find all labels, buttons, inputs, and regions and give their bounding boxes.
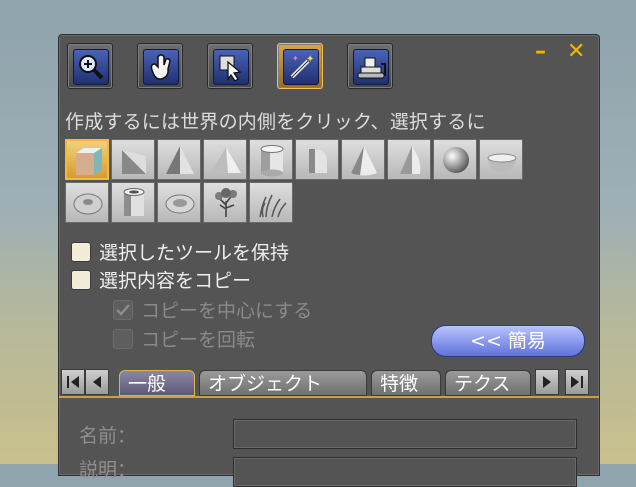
create-hint-text: 作成するには世界の内側をクリック、選択するに	[65, 111, 486, 133]
focus-tool-button[interactable]	[67, 43, 113, 89]
arrow-left-icon	[93, 376, 101, 388]
half-cone-shape-button[interactable]	[387, 139, 431, 180]
edit-tool-button[interactable]	[207, 43, 253, 89]
tab-bar: 一般 オブジェクト 特徴 テクス	[59, 366, 599, 396]
cylinder-shape-button[interactable]	[249, 139, 293, 180]
tab-general[interactable]: 一般	[119, 370, 195, 396]
pyramid-shape-button[interactable]	[157, 139, 201, 180]
cylinder-icon	[260, 145, 284, 177]
land-tool-button[interactable]	[347, 43, 393, 89]
half-cone-icon	[400, 146, 421, 174]
grass-icon	[259, 194, 287, 218]
name-input[interactable]	[233, 419, 577, 449]
tree-shape-button[interactable]	[203, 182, 247, 223]
tetrahedron-shape-button[interactable]	[203, 139, 247, 180]
simple-mode-button[interactable]: << 簡易	[431, 325, 585, 357]
cube-shape-button[interactable]	[65, 139, 109, 180]
copy-selection-label: 選択内容をコピー	[99, 270, 252, 292]
tab-underline	[59, 396, 599, 398]
ring-shape-button[interactable]	[157, 182, 201, 223]
description-label: 説明：	[79, 459, 137, 481]
prism-shape-button[interactable]	[111, 139, 155, 180]
tube-icon	[123, 188, 145, 216]
hand-icon	[143, 49, 179, 85]
keep-tool-checkbox[interactable]	[71, 242, 91, 262]
description-input[interactable]	[233, 457, 577, 487]
tube-shape-button[interactable]	[111, 182, 155, 223]
rotate-copy-label: コピーを回転	[141, 329, 256, 351]
checkmark-icon	[116, 304, 130, 316]
center-copy-label: コピーを中心にする	[141, 300, 313, 322]
cube-icon	[76, 148, 102, 175]
keep-tool-label: 選択したツールを保持	[99, 242, 290, 264]
grass-shape-button[interactable]	[249, 182, 293, 223]
svg-text:✦: ✦	[292, 54, 299, 63]
hemisphere-shape-button[interactable]	[479, 139, 523, 180]
last-tab-button[interactable]	[565, 369, 589, 395]
torus-shape-button[interactable]	[65, 182, 109, 223]
tab-object[interactable]: オブジェクト	[199, 370, 367, 396]
center-copy-checkbox[interactable]	[113, 300, 133, 320]
half-cylinder-icon	[309, 149, 327, 173]
ring-icon	[165, 194, 195, 214]
svg-text:✦: ✦	[306, 54, 314, 65]
select-pointer-icon	[213, 49, 249, 85]
half-cylinder-shape-button[interactable]	[295, 139, 339, 180]
move-tool-button[interactable]	[137, 43, 183, 89]
pyramid-icon	[166, 146, 194, 174]
skip-last-icon	[571, 376, 583, 388]
next-tab-button[interactable]	[535, 369, 559, 395]
prev-tab-button[interactable]	[85, 369, 109, 395]
bulldozer-icon	[353, 49, 389, 85]
tab-texture[interactable]: テクス	[445, 370, 531, 396]
sphere-shape-button[interactable]	[433, 139, 477, 180]
name-label: 名前：	[79, 425, 137, 447]
rotate-copy-checkbox[interactable]	[113, 329, 133, 349]
hemisphere-icon	[487, 153, 517, 172]
build-floater: ✦ ✦ – ✕ 作成するには世界の内側をクリック、選択するに 選択したツールを保…	[58, 34, 600, 487]
skip-first-icon	[67, 376, 79, 388]
magic-wand-icon: ✦ ✦	[283, 49, 319, 85]
sphere-icon	[443, 147, 469, 173]
tab-features[interactable]: 特徴	[371, 370, 441, 396]
cone-shape-button[interactable]	[341, 139, 385, 180]
copy-selection-checkbox[interactable]	[71, 270, 91, 290]
minimize-button[interactable]: –	[535, 41, 546, 63]
tree-icon	[215, 188, 237, 217]
arrow-right-icon	[543, 376, 551, 388]
torus-icon	[73, 193, 103, 215]
close-button[interactable]: ✕	[567, 41, 585, 63]
tetrahedron-icon	[211, 147, 241, 173]
create-tool-button[interactable]: ✦ ✦	[277, 43, 323, 89]
zoom-icon	[73, 49, 109, 85]
prism-icon	[122, 150, 146, 174]
first-tab-button[interactable]	[61, 369, 85, 395]
cone-icon	[351, 146, 377, 176]
